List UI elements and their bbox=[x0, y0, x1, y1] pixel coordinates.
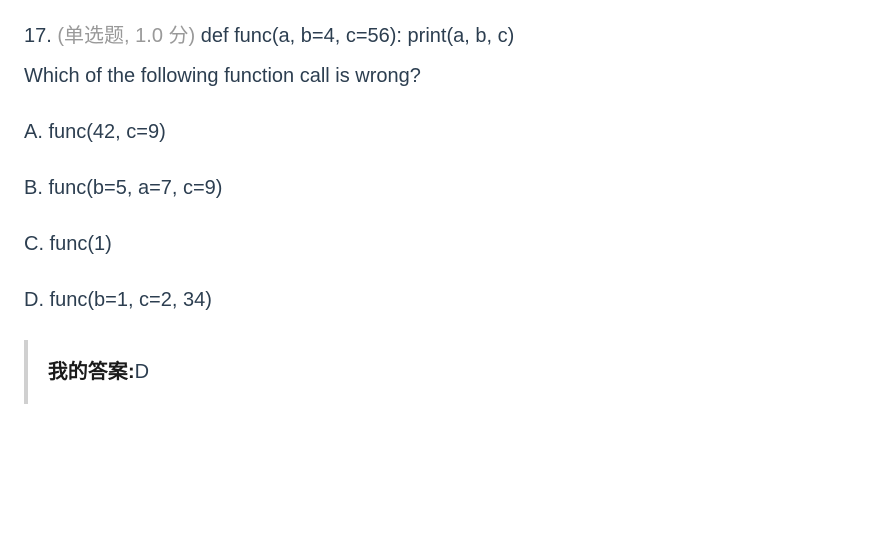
question-number: 17. bbox=[24, 25, 52, 47]
question-meta: (单选题, 1.0 分) bbox=[57, 25, 195, 47]
option-b[interactable]: B. func(b=5, a=7, c=9) bbox=[24, 172, 861, 204]
answer-value: D bbox=[135, 361, 149, 383]
answer-box: 我的答案:D bbox=[24, 340, 861, 404]
option-a[interactable]: A. func(42, c=9) bbox=[24, 116, 861, 148]
question-code: def func(a, b=4, c=56): print(a, b, c) bbox=[201, 25, 515, 47]
option-d[interactable]: D. func(b=1, c=2, 34) bbox=[24, 284, 861, 316]
option-c[interactable]: C. func(1) bbox=[24, 228, 861, 260]
answer-label: 我的答案: bbox=[48, 361, 135, 383]
question-header: 17. (单选题, 1.0 分) def func(a, b=4, c=56):… bbox=[24, 20, 861, 52]
question-prompt: Which of the following function call is … bbox=[24, 60, 861, 92]
